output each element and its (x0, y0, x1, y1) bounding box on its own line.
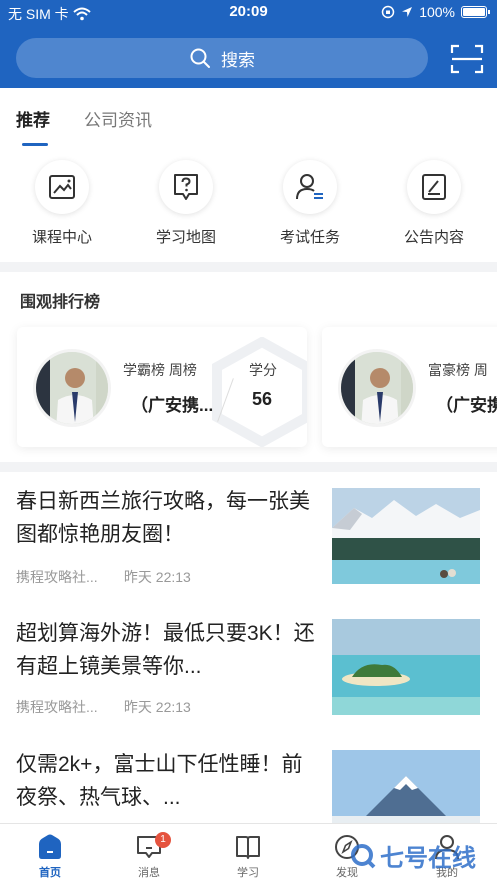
nav-label: 学习 (237, 867, 259, 879)
status-right: 100% (381, 4, 490, 20)
battery-icon (461, 6, 490, 18)
section-divider (0, 262, 497, 272)
nav-study[interactable]: 学习 (218, 832, 278, 880)
tab-bar: 推荐 公司资讯 (0, 104, 497, 146)
home-icon (39, 834, 61, 859)
app-screen: 无 SIM 卡 20:09 100% 搜索 推荐 公司资讯 课程中心 学习地图 … (0, 0, 497, 883)
nav-label: 首页 (39, 867, 61, 879)
entry-course-center[interactable]: 课程中心 (7, 160, 117, 247)
avatar (33, 349, 111, 427)
book-icon (236, 836, 260, 859)
nav-messages[interactable]: 1 消息 (119, 832, 179, 880)
entry-icon-circle (159, 160, 213, 214)
ranking-name: （广安携 (436, 396, 497, 415)
ranking-card-scholar[interactable]: 学霸榜 周榜 （广安携... 学分 56 (17, 327, 307, 447)
scan-icon[interactable] (450, 44, 484, 74)
article-time: 昨天 22:13 (123, 699, 191, 715)
unread-badge: 1 (155, 832, 171, 848)
help-map-icon (174, 174, 198, 200)
ranking-category: 学霸榜 周榜 (123, 362, 197, 378)
header: 无 SIM 卡 20:09 100% 搜索 (0, 0, 497, 88)
orientation-lock-icon (381, 5, 395, 19)
ranking-title: 围观排行榜 (20, 294, 101, 311)
entry-exam-tasks[interactable]: 考试任务 (255, 160, 365, 247)
ranking-card-rich[interactable]: 富豪榜 周 （广安携 (322, 327, 497, 447)
entry-announcements[interactable]: 公告内容 (379, 160, 489, 247)
user-list-icon (296, 174, 323, 200)
article-source: 携程攻略社... (16, 699, 98, 715)
score-value: 56 (252, 389, 273, 409)
entry-icon-circle (407, 160, 461, 214)
entry-learning-map[interactable]: 学习地图 (131, 160, 241, 247)
entry-label: 学习地图 (155, 229, 216, 246)
avatar (338, 349, 416, 427)
search-bar[interactable]: 搜索 (16, 38, 428, 78)
search-placeholder: 搜索 (221, 50, 255, 70)
location-icon (402, 7, 413, 17)
entry-label: 公告内容 (403, 229, 464, 246)
article-time: 昨天 22:13 (123, 569, 191, 585)
entry-icon-circle (283, 160, 337, 214)
article-title: 仅需2k+，富士山下任性睡！前夜祭、热气球、... (16, 753, 303, 809)
image-icon (49, 175, 75, 199)
ranking-category: 富豪榜 周 (428, 362, 488, 378)
score-label: 学分 (249, 362, 277, 378)
article-title: 超划算海外游！最低只要3K！还有超上镜美景等你... (16, 622, 315, 678)
entry-label: 考试任务 (279, 229, 340, 246)
watermark-logo-icon (351, 843, 376, 868)
watermark-text: 七号在线 (380, 845, 476, 872)
site-watermark: 七号在线 (350, 838, 476, 873)
article-thumbnail (332, 619, 480, 715)
nav-home[interactable]: 首页 (20, 832, 80, 880)
tab-recommend[interactable]: 推荐 (16, 106, 50, 131)
entry-label: 课程中心 (31, 229, 92, 246)
tab-company-news[interactable]: 公司资讯 (84, 106, 152, 131)
article-title: 春日新西兰旅行攻略，每一张美图都惊艳朋友圈！ (16, 490, 310, 546)
article-meta: 携程攻略社... 昨天 22:13 (16, 567, 191, 587)
status-bar: 无 SIM 卡 20:09 100% (0, 0, 497, 26)
ranking-name: （广安携... (131, 396, 214, 415)
section-divider (0, 462, 497, 472)
search-icon (190, 48, 210, 68)
active-tab-indicator (22, 143, 48, 146)
nav-label: 消息 (138, 867, 160, 879)
quick-entries: 课程中心 学习地图 考试任务 公告内容 (0, 160, 497, 250)
article-source: 携程攻略社... (16, 569, 98, 585)
battery-percent: 100% (419, 4, 455, 20)
article-thumbnail (332, 488, 480, 584)
entry-icon-circle (35, 160, 89, 214)
article-meta: 携程攻略社... 昨天 22:13 (16, 697, 191, 717)
edit-icon (422, 174, 446, 200)
